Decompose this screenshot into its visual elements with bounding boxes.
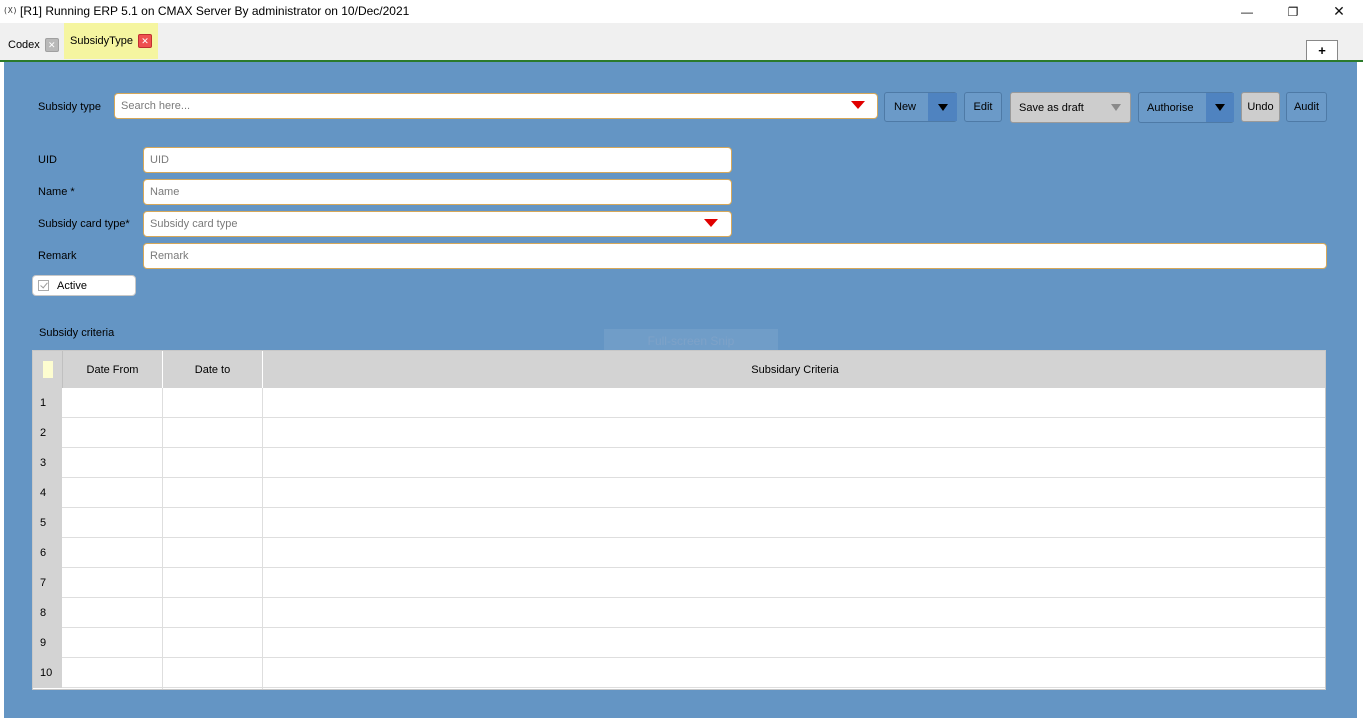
form-workspace: Subsidy type Search here... New Edit Sav… bbox=[4, 62, 1357, 718]
row-number: 8 bbox=[33, 598, 62, 628]
authorise-dropdown-toggle[interactable] bbox=[1206, 93, 1234, 122]
close-window-button[interactable]: ✕ bbox=[1316, 0, 1362, 23]
edit-button-label: Edit bbox=[973, 101, 993, 113]
column-divider bbox=[162, 388, 163, 689]
grid-header: Date From Date to Subsidary Criteria bbox=[33, 351, 1325, 388]
minimize-icon: — bbox=[1241, 4, 1253, 19]
new-tab-button[interactable]: + bbox=[1306, 40, 1338, 61]
tab-codex[interactable]: Codex ✕ bbox=[0, 31, 64, 58]
chevron-down-icon bbox=[937, 103, 948, 111]
table-row[interactable]: 9 bbox=[33, 628, 1325, 658]
row-number: 10 bbox=[33, 658, 62, 688]
new-button[interactable]: New bbox=[884, 92, 957, 122]
close-icon: ✕ bbox=[1333, 3, 1345, 19]
table-row[interactable]: 5 bbox=[33, 508, 1325, 538]
tab-label: Codex bbox=[8, 38, 40, 51]
checkbox-icon[interactable] bbox=[38, 280, 49, 291]
edit-button[interactable]: Edit bbox=[964, 92, 1002, 122]
window-title: [R1] Running ERP 5.1 on CMAX Server By a… bbox=[20, 4, 410, 18]
new-button-label: New bbox=[894, 101, 917, 113]
snip-overlay: Full-screen Snip bbox=[604, 329, 778, 352]
subsidy-card-type-select[interactable]: Subsidy card type bbox=[143, 211, 732, 237]
column-divider bbox=[262, 388, 263, 689]
row-number: 7 bbox=[33, 568, 62, 598]
search-input[interactable]: Search here... bbox=[114, 93, 878, 119]
authorise-button[interactable]: Authorise bbox=[1138, 92, 1234, 123]
search-placeholder: Search here... bbox=[121, 100, 191, 112]
criteria-grid[interactable]: Date From Date to Subsidary Criteria 1 2… bbox=[32, 350, 1326, 690]
remark-placeholder: Remark bbox=[150, 250, 189, 262]
name-placeholder: Name bbox=[150, 186, 180, 198]
checkmark-icon bbox=[40, 280, 48, 289]
name-field[interactable]: Name bbox=[143, 179, 732, 205]
table-row[interactable]: 6 bbox=[33, 538, 1325, 568]
minimize-button[interactable]: — bbox=[1224, 0, 1270, 23]
row-number: 2 bbox=[33, 418, 62, 448]
row-number: 6 bbox=[33, 538, 62, 568]
tab-label: SubsidyType bbox=[70, 35, 133, 47]
table-row[interactable]: 3 bbox=[33, 448, 1325, 478]
tab-subsidytype[interactable]: SubsidyType ✕ bbox=[64, 23, 158, 59]
dropdown-arrow-icon[interactable] bbox=[851, 101, 865, 109]
title-bar: (X) [R1] Running ERP 5.1 on CMAX Server … bbox=[0, 0, 1363, 23]
row-number: 5 bbox=[33, 508, 62, 538]
authorise-label: Authorise bbox=[1147, 101, 1194, 114]
subsidy-criteria-label: Subsidy criteria bbox=[39, 327, 115, 339]
audit-button[interactable]: Audit bbox=[1286, 92, 1327, 122]
chevron-down-icon bbox=[1215, 104, 1225, 111]
maximize-button[interactable]: ❐ bbox=[1270, 0, 1316, 23]
row-number: 3 bbox=[33, 448, 62, 478]
row-number: 4 bbox=[33, 478, 62, 508]
close-tab-icon[interactable]: ✕ bbox=[44, 37, 59, 52]
dropdown-arrow-icon[interactable] bbox=[704, 219, 718, 227]
row-number: 1 bbox=[33, 388, 62, 418]
save-draft-label: Save as draft bbox=[1019, 101, 1084, 114]
uid-field[interactable]: UID bbox=[143, 147, 732, 173]
uid-placeholder: UID bbox=[150, 154, 169, 166]
remark-label: Remark bbox=[38, 250, 77, 262]
tab-bar: Codex ✕ SubsidyType ✕ bbox=[0, 23, 1363, 60]
table-row[interactable]: 1 bbox=[33, 388, 1325, 418]
close-tab-icon[interactable]: ✕ bbox=[137, 34, 152, 48]
table-row[interactable]: 4 bbox=[33, 478, 1325, 508]
undo-button[interactable]: Undo bbox=[1241, 92, 1280, 122]
app-icon: (X) bbox=[3, 6, 18, 15]
remark-field[interactable]: Remark bbox=[143, 243, 1327, 269]
name-label: Name * bbox=[38, 186, 75, 198]
table-row[interactable]: 8 bbox=[33, 598, 1325, 628]
save-as-draft-button[interactable]: Save as draft bbox=[1010, 92, 1131, 123]
undo-label: Undo bbox=[1247, 101, 1274, 113]
corner-indicator-icon bbox=[43, 361, 53, 378]
restore-icon: ❐ bbox=[1287, 4, 1299, 19]
column-header-date-to[interactable]: Date to bbox=[163, 351, 263, 388]
audit-label: Audit bbox=[1293, 101, 1320, 113]
column-header-criteria[interactable]: Subsidary Criteria bbox=[263, 351, 1325, 388]
table-row[interactable]: 2 bbox=[33, 418, 1325, 448]
column-header-date-from[interactable]: Date From bbox=[63, 351, 163, 388]
table-row[interactable]: 10 bbox=[33, 658, 1325, 688]
row-number: 9 bbox=[33, 628, 62, 658]
subsidy-card-type-label: Subsidy card type* bbox=[38, 218, 130, 230]
card-type-placeholder: Subsidy card type bbox=[150, 218, 238, 230]
table-row[interactable]: 7 bbox=[33, 568, 1325, 598]
active-checkbox[interactable]: Active bbox=[32, 275, 136, 296]
subsidy-type-label: Subsidy type bbox=[38, 101, 101, 113]
chevron-down-icon[interactable] bbox=[1111, 104, 1121, 111]
uid-label: UID bbox=[38, 154, 57, 166]
new-dropdown-toggle[interactable] bbox=[928, 93, 957, 121]
select-all-corner[interactable] bbox=[33, 351, 63, 388]
active-label: Active bbox=[57, 279, 87, 292]
